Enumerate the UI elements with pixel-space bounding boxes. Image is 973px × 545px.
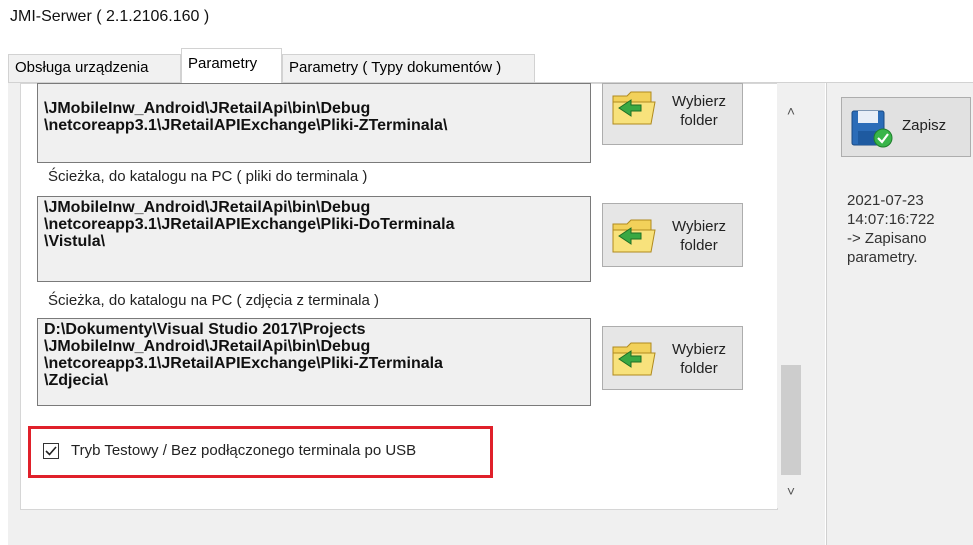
checkmark-icon bbox=[45, 446, 57, 456]
choose-folder-label: Wybierz folder bbox=[671, 341, 727, 377]
choose-folder-button-photos[interactable]: Wybierz folder bbox=[602, 326, 743, 390]
vertical-scrollbar[interactable]: ˄ ˅ bbox=[777, 83, 805, 508]
status-line: 2021-07-23 bbox=[847, 192, 924, 209]
floppy-check-icon bbox=[851, 110, 893, 148]
folder-arrow-icon bbox=[612, 342, 656, 376]
choose-folder-label: Wybierz folder bbox=[671, 93, 727, 129]
scroll-up-icon[interactable]: ˄ bbox=[777, 101, 805, 121]
save-label: Zapisz bbox=[902, 117, 947, 134]
choose-folder-button-from-terminal[interactable]: Wybierz folder bbox=[602, 83, 743, 145]
tab-obsluga-urzadzenia[interactable]: Obsługa urządzenia bbox=[8, 54, 181, 82]
folder-arrow-icon bbox=[612, 219, 656, 253]
test-mode-label[interactable]: Tryb Testowy / Bez podłączonego terminal… bbox=[71, 442, 416, 459]
path-line: \JMobileInw_Android\JRetailApi\bin\Debug bbox=[44, 338, 371, 355]
choose-folder-button-to-terminal[interactable]: Wybierz folder bbox=[602, 203, 743, 267]
status-line: parametry. bbox=[847, 249, 918, 266]
group-title-photos-from-terminal: Ścieżka, do katalogu na PC ( zdjęcia z t… bbox=[48, 292, 379, 309]
path-line: \Zdjecia\ bbox=[44, 372, 109, 389]
scroll-down-icon[interactable]: ˅ bbox=[777, 481, 805, 501]
tab-parametry-typy-dokumentow[interactable]: Parametry ( Typy dokumentów ) bbox=[282, 54, 535, 82]
path-line: \netcoreapp3.1\JRetailAPIExchange\Pliki-… bbox=[44, 117, 448, 134]
status-log: 2021-07-23 14:07:16:722 -> Zapisano para… bbox=[847, 191, 972, 267]
path-line: \JMobileInw_Android\JRetailApi\bin\Debug bbox=[44, 199, 371, 216]
folder-arrow-icon bbox=[612, 91, 656, 125]
path-line: \netcoreapp3.1\JRetailAPIExchange\Pliki-… bbox=[44, 355, 443, 372]
path-field-from-terminal[interactable]: \JMobileInw_Android\JRetailApi\bin\Debug… bbox=[37, 83, 591, 163]
status-line: 14:07:16:722 bbox=[847, 211, 935, 228]
tab-parametry[interactable]: Parametry bbox=[181, 48, 282, 83]
path-field-to-terminal[interactable]: \JMobileInw_Android\JRetailApi\bin\Debug… bbox=[37, 196, 591, 282]
window-title: JMI-Serwer ( 2.1.2106.160 ) bbox=[10, 8, 210, 25]
choose-folder-label: Wybierz folder bbox=[671, 218, 727, 254]
status-line: -> Zapisano bbox=[847, 230, 927, 247]
path-line: \Vistula\ bbox=[44, 233, 106, 250]
tab-strip: Obsługa urządzenia Parametry Parametry (… bbox=[8, 48, 973, 83]
right-panel: Zapisz 2021-07-23 14:07:16:722 -> Zapisa… bbox=[826, 83, 973, 545]
path-line: \JMobileInw_Android\JRetailApi\bin\Debug bbox=[44, 100, 371, 117]
path-line: D:\Dokumenty\Visual Studio 2017\Projects bbox=[44, 321, 366, 338]
save-button[interactable]: Zapisz bbox=[841, 97, 971, 157]
test-mode-checkbox[interactable] bbox=[43, 443, 59, 459]
path-field-photos-from-terminal[interactable]: D:\Dokumenty\Visual Studio 2017\Projects… bbox=[37, 318, 591, 406]
scrollbar-thumb[interactable] bbox=[781, 365, 801, 475]
test-mode-highlight: Tryb Testowy / Bez podłączonego terminal… bbox=[28, 426, 493, 478]
group-title-files-to-terminal: Ścieżka, do katalogu na PC ( pliki do te… bbox=[48, 168, 368, 185]
path-line: \netcoreapp3.1\JRetailAPIExchange\Pliki-… bbox=[44, 216, 455, 233]
